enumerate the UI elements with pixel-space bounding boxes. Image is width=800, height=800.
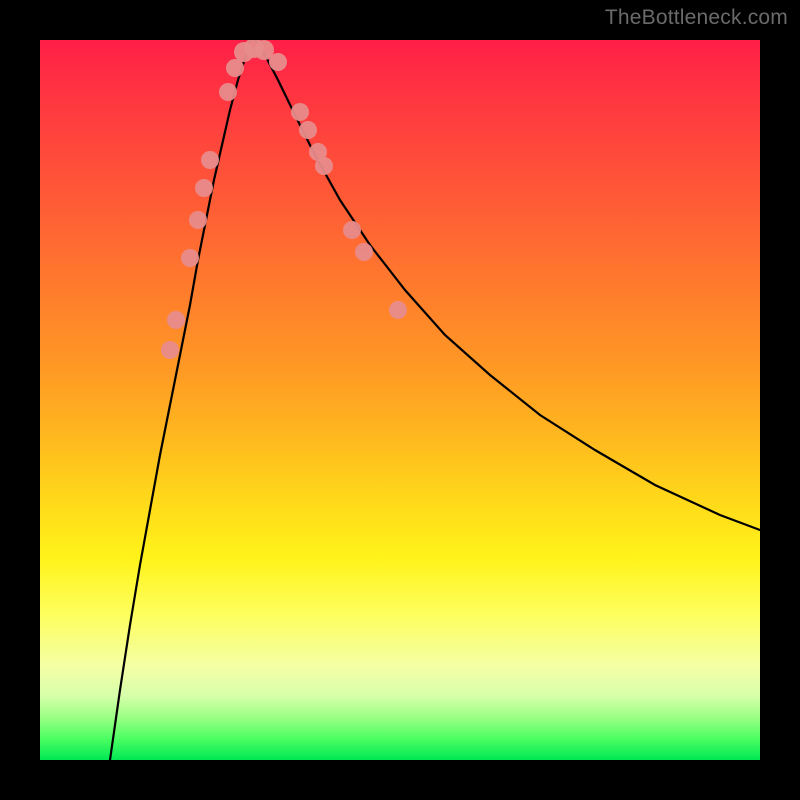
data-marker bbox=[343, 221, 361, 239]
data-marker bbox=[189, 211, 207, 229]
chart-frame: TheBottleneck.com bbox=[0, 0, 800, 800]
data-marker bbox=[161, 341, 179, 359]
data-marker bbox=[195, 179, 213, 197]
data-marker bbox=[291, 103, 309, 121]
curve-right bbox=[255, 40, 760, 530]
data-marker bbox=[219, 83, 237, 101]
curve-left bbox=[110, 40, 250, 760]
data-marker bbox=[226, 59, 244, 77]
data-marker bbox=[167, 311, 185, 329]
bottleneck-curve-layer bbox=[40, 40, 760, 760]
data-marker bbox=[181, 249, 199, 267]
plot-area bbox=[40, 40, 760, 760]
data-marker bbox=[269, 53, 287, 71]
data-marker bbox=[201, 151, 219, 169]
data-marker bbox=[389, 301, 407, 319]
data-marker bbox=[355, 243, 373, 261]
watermark-text: TheBottleneck.com bbox=[605, 6, 788, 30]
data-markers-group bbox=[161, 40, 407, 359]
data-marker bbox=[299, 121, 317, 139]
data-marker bbox=[315, 157, 333, 175]
